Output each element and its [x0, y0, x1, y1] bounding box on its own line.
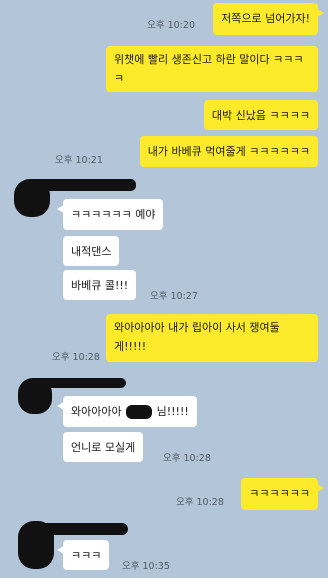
redaction-mark: [30, 378, 126, 388]
outgoing-message-bubble[interactable]: 와아아아아 내가 립아이 사서 쟁여둘게!!!!!: [106, 314, 318, 362]
message-time: 오후 10:35: [122, 561, 170, 572]
message-time: 오후 10:28: [52, 352, 100, 363]
message-text-suffix: 님!!!!!: [156, 405, 189, 418]
message-time: 오후 10:28: [176, 497, 224, 508]
message-text: 와아아아아: [71, 405, 122, 418]
outgoing-message-bubble[interactable]: 내가 바베큐 먹여줄게 ㅋㅋㅋㅋㅋㅋ: [139, 136, 318, 167]
incoming-message-bubble[interactable]: 언니로 모실게: [63, 432, 144, 462]
outgoing-message-bubble[interactable]: 대박 신났음 ㅋㅋㅋㅋ: [203, 100, 318, 130]
incoming-message-bubble[interactable]: ㅋㅋㅋㅋㅋㅋ 예야: [56, 199, 164, 230]
outgoing-message-bubble[interactable]: 위챗에 빨리 생존신고 하란 말이다 ㅋㅋㅋㅋ: [106, 46, 318, 92]
incoming-message-bubble[interactable]: 와아아아아 님!!!!!: [57, 396, 197, 427]
message-time: 오후 10:27: [150, 291, 198, 302]
message-time: 오후 10:20: [147, 20, 195, 31]
incoming-message-bubble[interactable]: ㅋㅋㅋ: [56, 540, 110, 570]
message-time: 오후 10:28: [163, 453, 211, 464]
outgoing-message-bubble[interactable]: 저쪽으로 넘어가자!: [213, 3, 324, 35]
redaction-mark: [24, 523, 128, 535]
incoming-message-bubble[interactable]: 내적댄스: [63, 236, 120, 266]
outgoing-message-bubble[interactable]: ㅋㅋㅋㅋㅋㅋ: [241, 478, 324, 510]
redacted-name: [126, 405, 153, 419]
incoming-message-bubble[interactable]: 바베큐 콜!!!: [63, 270, 137, 300]
message-time: 오후 10:21: [55, 155, 103, 166]
redaction-mark: [28, 179, 136, 191]
